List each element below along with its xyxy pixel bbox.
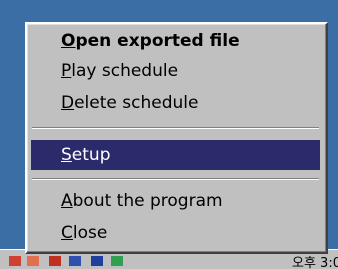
tray-app-icon-2[interactable] xyxy=(26,253,40,267)
menu-item-label: pen exported file xyxy=(75,31,240,51)
tray-app-icon-2-glyph xyxy=(27,256,39,266)
tray-app-icon-1[interactable] xyxy=(8,253,22,267)
context-menu: Open exported file Play schedule Delete … xyxy=(25,22,328,254)
tray-app-icon-3-glyph xyxy=(49,256,61,266)
tray-app-icon-5[interactable] xyxy=(90,253,104,267)
menu-accel: D xyxy=(61,93,75,113)
menu-item-label: elete schedule xyxy=(74,93,199,113)
tray-app-icon-6-glyph xyxy=(111,256,123,266)
menu-separator xyxy=(32,127,319,129)
menu-accel: O xyxy=(61,31,76,51)
menu-separator xyxy=(32,178,319,180)
menu-accel: A xyxy=(61,191,73,211)
menu-accel: P xyxy=(61,61,72,81)
menu-item-label: etup xyxy=(71,145,111,165)
menu-item-close[interactable]: Close xyxy=(31,220,320,246)
menu-item-label: bout the program xyxy=(72,191,223,211)
tray-app-icon-3[interactable] xyxy=(48,253,62,267)
tray-app-icon-1-glyph xyxy=(9,256,21,266)
menu-item-delete-schedule[interactable]: Delete schedule xyxy=(31,90,320,116)
menu-item-open-exported-file[interactable]: Open exported file xyxy=(31,28,320,54)
menu-item-about-the-program[interactable]: About the program xyxy=(31,188,320,214)
tray-app-icon-5-glyph xyxy=(91,256,103,266)
tray-app-icon-6[interactable] xyxy=(110,253,124,267)
tray-clock[interactable]: 오후 3:0 xyxy=(292,252,338,269)
menu-item-play-schedule[interactable]: Play schedule xyxy=(31,58,320,84)
menu-accel: S xyxy=(61,145,72,165)
menu-item-label: lose xyxy=(72,223,108,243)
menu-item-setup[interactable]: Setup xyxy=(31,140,320,170)
menu-accel: C xyxy=(61,223,73,243)
tray-app-icon-4[interactable] xyxy=(68,253,82,267)
tray-app-icon-4-glyph xyxy=(69,256,81,266)
menu-item-label: lay schedule xyxy=(71,61,179,81)
